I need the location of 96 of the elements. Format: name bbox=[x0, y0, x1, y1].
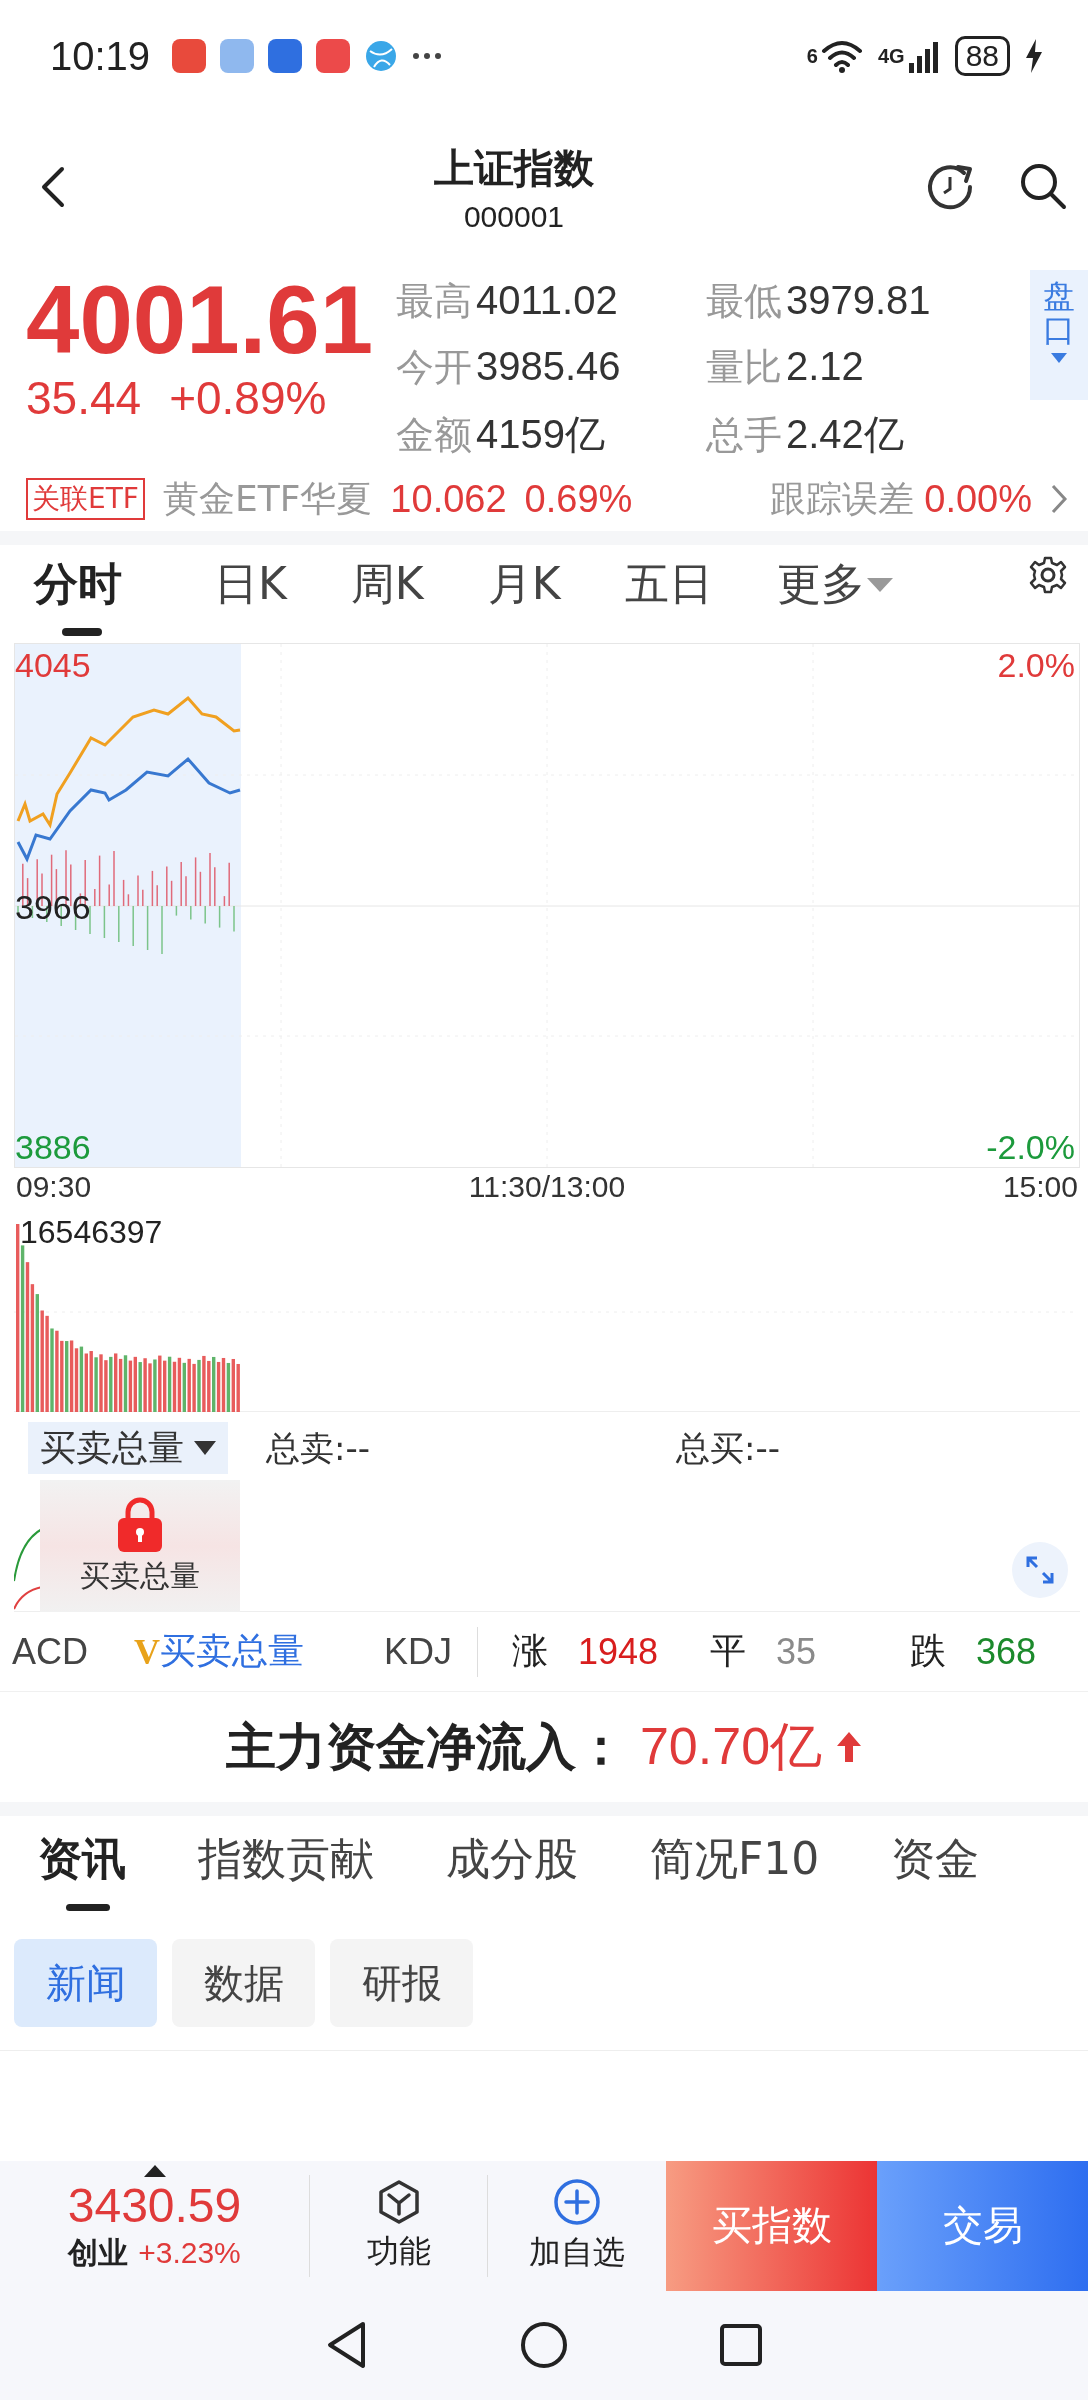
indicator-tab[interactable]: ACD bbox=[12, 1630, 134, 1673]
network-label: 4G bbox=[877, 44, 905, 68]
etf-price: 10.062 bbox=[390, 477, 507, 521]
wifi-label: 6 bbox=[806, 44, 818, 68]
axis-label: 3966 bbox=[15, 888, 91, 927]
expand-icon bbox=[1025, 1555, 1055, 1585]
axis-label: 2.0% bbox=[997, 646, 1075, 685]
total-buy-text: 总买:-- bbox=[676, 1427, 780, 1470]
back-icon[interactable] bbox=[40, 165, 66, 209]
globe-icon bbox=[364, 39, 399, 73]
stat-label: 今开 bbox=[396, 343, 472, 391]
market-breadth-count: 35 bbox=[776, 1630, 818, 1673]
stat-label: 最高 bbox=[396, 278, 472, 325]
chart-period-tab[interactable]: 五日 bbox=[624, 555, 713, 640]
app-notification-icon bbox=[268, 39, 303, 73]
stat-value: 3985.46 bbox=[476, 343, 621, 389]
calendar-icon bbox=[220, 39, 255, 73]
trade-button[interactable]: 交易 bbox=[877, 2160, 1088, 2291]
tracking-error-value: 0.00% bbox=[924, 477, 1032, 521]
info-tab[interactable]: 指数贡献 bbox=[198, 1830, 374, 1915]
market-breadth-label: 平 bbox=[710, 1629, 746, 1673]
chart-period-tab[interactable]: 更多 bbox=[776, 555, 893, 640]
locked-indicator-card[interactable]: 买卖总量 bbox=[40, 1480, 240, 1612]
charging-icon bbox=[1024, 39, 1044, 73]
battery-indicator: 88 bbox=[954, 36, 1010, 76]
chart-period-tab[interactable]: 月K bbox=[487, 555, 561, 640]
wifi-icon bbox=[819, 39, 864, 73]
add-icon bbox=[552, 2176, 602, 2227]
stat-value: 4159亿 bbox=[476, 411, 605, 459]
price-change: 35.44 bbox=[26, 370, 142, 425]
ticker-name: 创业 bbox=[68, 2233, 129, 2272]
etf-change-percent: 0.69% bbox=[524, 477, 633, 521]
ticker-change: +3.23% bbox=[138, 2235, 241, 2270]
tracking-error-label: 跟踪误差 bbox=[770, 476, 915, 521]
chart-period-tab[interactable]: 周K bbox=[350, 555, 424, 640]
locked-indicator-label: 买卖总量 bbox=[80, 1556, 200, 1595]
more-icon bbox=[412, 51, 443, 61]
volume-max-label: 16546397 bbox=[20, 1214, 163, 1251]
indicator-selector[interactable]: 买卖总量 bbox=[28, 1422, 228, 1474]
caret-icon bbox=[194, 1441, 216, 1455]
news-filter-tab[interactable]: 研报 bbox=[330, 1939, 473, 2027]
lock-icon bbox=[116, 1495, 164, 1552]
order-book-tab[interactable]: 盘口 bbox=[1030, 270, 1088, 400]
stat-label: 总手 bbox=[706, 412, 782, 460]
search-icon[interactable] bbox=[1018, 161, 1068, 211]
total-sell-text: 总卖:-- bbox=[266, 1427, 370, 1470]
signal-icon bbox=[906, 39, 941, 73]
time-axis-label: 09:30 bbox=[16, 1170, 92, 1205]
stat-value: 4011.02 bbox=[476, 278, 618, 323]
news-filter-tab[interactable]: 新闻 bbox=[14, 1939, 157, 2027]
stat-label: 最低 bbox=[706, 278, 782, 325]
stat-value: 3979.81 bbox=[786, 278, 931, 323]
vip-mark: V bbox=[134, 1630, 160, 1673]
info-tab[interactable]: 简况F10 bbox=[650, 1830, 820, 1915]
main-flow-value: 70.70亿 bbox=[639, 1716, 823, 1777]
expand-button[interactable] bbox=[1012, 1542, 1068, 1598]
stat-label: 金额 bbox=[396, 412, 472, 460]
ticker-price: 3430.59 bbox=[67, 2177, 242, 2233]
stat-value: 2.42亿 bbox=[786, 411, 904, 459]
indicator-tab[interactable]: V买卖总量 bbox=[134, 1627, 384, 1676]
market-breadth-count: 1948 bbox=[578, 1630, 660, 1673]
caret-icon bbox=[1051, 353, 1067, 364]
nav-recents-icon[interactable] bbox=[719, 2323, 763, 2368]
index-price: 4001.61 bbox=[26, 270, 374, 371]
toolbar-action-button[interactable]: 加自选 bbox=[488, 2174, 666, 2277]
toolbar-action-button[interactable]: 功能 bbox=[310, 2174, 488, 2277]
info-tab[interactable]: 资讯 bbox=[38, 1830, 126, 1915]
up-arrow-icon bbox=[836, 1730, 863, 1764]
etf-tag: 关联ETF bbox=[26, 478, 145, 520]
page-title: 上证指数 bbox=[434, 143, 594, 193]
axis-label: 4045 bbox=[15, 646, 91, 685]
up-triangle-icon bbox=[144, 2164, 166, 2177]
settings-icon[interactable] bbox=[1028, 555, 1068, 595]
axis-label: 3886 bbox=[15, 1128, 91, 1167]
price-change-percent: +0.89% bbox=[169, 370, 327, 425]
nav-home-icon[interactable] bbox=[519, 2320, 569, 2371]
indicator-tab[interactable]: KDJ bbox=[384, 1630, 477, 1673]
chevron-right-icon[interactable] bbox=[1050, 483, 1068, 515]
index-code: 000001 bbox=[463, 199, 565, 234]
stat-value: 2.12 bbox=[786, 343, 864, 389]
time-axis-label: 11:30/13:00 bbox=[468, 1170, 626, 1205]
chart-period-tab[interactable]: 分时 bbox=[34, 555, 122, 640]
chart-period-tab[interactable]: 日K bbox=[214, 555, 287, 640]
app-notification-icon bbox=[316, 39, 351, 73]
info-tab[interactable]: 成分股 bbox=[446, 1830, 578, 1915]
market-breadth-count: 368 bbox=[976, 1630, 1038, 1673]
main-flow-label: 主力资金净流入： bbox=[225, 1716, 626, 1778]
status-time: 10:19 bbox=[50, 33, 151, 79]
market-breadth-label: 涨 bbox=[512, 1629, 548, 1673]
news-filter-tab[interactable]: 数据 bbox=[172, 1939, 315, 2027]
time-axis-label: 15:00 bbox=[1002, 1170, 1078, 1205]
market-breadth-label: 跌 bbox=[910, 1629, 946, 1673]
stat-label: 量比 bbox=[706, 343, 782, 391]
axis-label: -2.0% bbox=[986, 1128, 1075, 1167]
info-tab[interactable]: 资金 bbox=[891, 1830, 980, 1915]
app-notification-icon bbox=[172, 39, 207, 73]
